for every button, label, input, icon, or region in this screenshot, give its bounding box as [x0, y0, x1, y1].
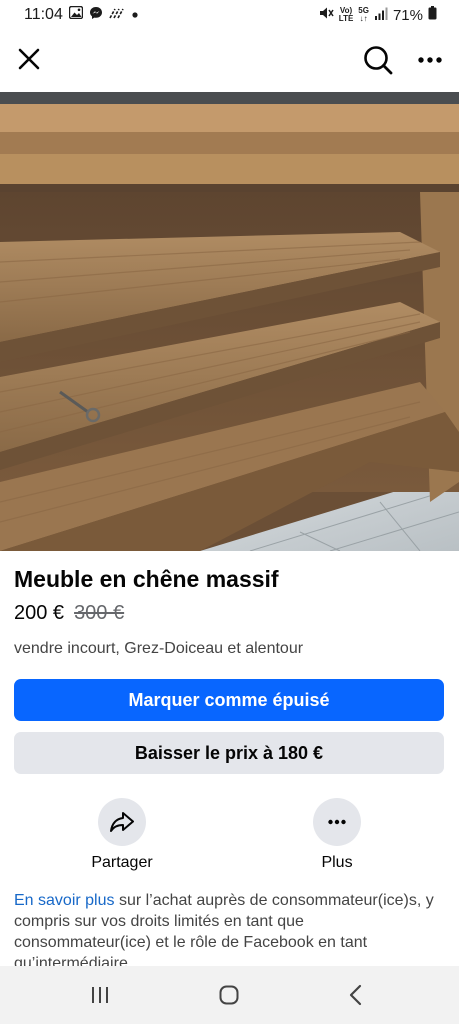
mark-sold-button[interactable]: Marquer comme épuisé — [14, 679, 444, 721]
signal-bars-icon — [374, 7, 388, 24]
lower-price-button[interactable]: Baisser le prix à 180 € — [14, 732, 444, 774]
top-bar — [0, 30, 459, 92]
signal-activity-icon — [109, 6, 125, 24]
back-icon[interactable] — [348, 984, 364, 1006]
cabinet-illustration — [0, 92, 459, 551]
status-time: 11:04 — [24, 6, 63, 23]
learn-more-link[interactable]: En savoir plus — [14, 892, 115, 909]
listing-photo[interactable] — [0, 92, 459, 551]
system-nav-bar — [0, 966, 459, 1024]
volte-icon: Vo) LTE — [338, 6, 354, 23]
network-label: 5G — [358, 6, 369, 15]
consumer-info: En savoir plus sur l’achat auprès de con… — [14, 890, 444, 966]
more-horizontal-icon[interactable] — [313, 798, 361, 846]
current-price: 200 € — [14, 602, 65, 624]
old-price: 300 € — [74, 602, 125, 624]
battery-icon — [428, 6, 437, 24]
status-right: Vo) LTE 5G ↓↑ 71% — [319, 6, 437, 24]
more-horizontal-icon[interactable] — [414, 44, 446, 76]
more-label: Plus — [321, 854, 353, 871]
home-icon[interactable] — [218, 984, 240, 1006]
listing-title: Meuble en chêne massif — [14, 566, 279, 592]
gallery-icon — [68, 5, 84, 24]
close-icon[interactable] — [14, 44, 44, 74]
notification-dot-icon — [131, 6, 139, 24]
share-action[interactable]: Partager — [62, 798, 182, 872]
mute-icon — [319, 6, 334, 24]
search-icon[interactable] — [362, 44, 394, 76]
recent-apps-icon[interactable] — [90, 985, 110, 1005]
price-row: 200 € 300 € — [14, 602, 124, 625]
status-bar: 11:04 Vo) LTE 5G ↓↑ 71% — [0, 0, 459, 30]
battery-percent: 71% — [392, 6, 423, 24]
share-icon[interactable] — [98, 798, 146, 846]
status-left: 11:04 — [24, 5, 139, 25]
listing-location: vendre incourt, Grez-Doiceau et alentour — [14, 640, 304, 657]
messenger-icon — [89, 6, 103, 25]
more-action[interactable]: Plus — [277, 798, 397, 872]
share-label: Partager — [91, 854, 153, 871]
network-5g-icon: 5G ↓↑ — [358, 6, 369, 23]
